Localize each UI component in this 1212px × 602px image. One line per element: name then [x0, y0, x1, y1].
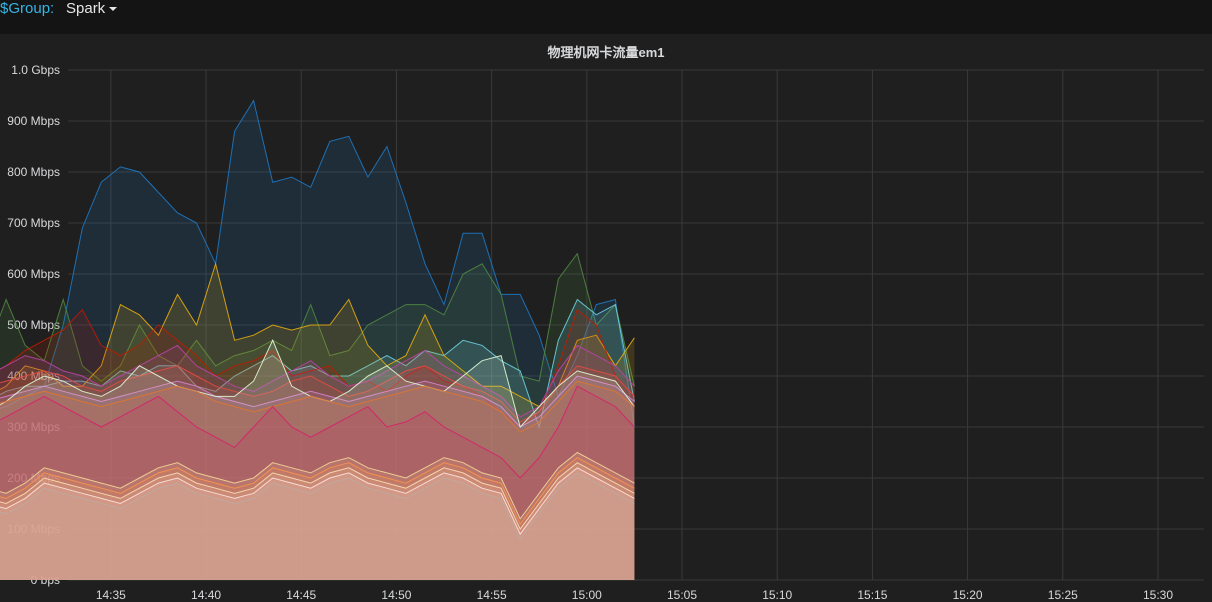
- x-tick-label: 15:20: [953, 588, 983, 602]
- x-tick-label: 15:00: [572, 588, 602, 602]
- x-tick-label: 15:10: [762, 588, 792, 602]
- x-tick-label: 14:35: [96, 588, 126, 602]
- y-tick-label: 700 Mbps: [7, 216, 60, 230]
- x-tick-label: 14:45: [286, 588, 316, 602]
- x-tick-label: 14:55: [477, 588, 507, 602]
- caret-down-icon: [109, 7, 118, 12]
- panel-title[interactable]: 物理机网卡流量em1: [0, 42, 1212, 61]
- graph-panel: 0 bps 100 Mbps 200 Mbps 300 Mbps 400 Mbps 500…: [0, 34, 1212, 602]
- group-variable-value: Spark: [66, 0, 106, 17]
- y-tick-label: 800 Mbps: [7, 165, 60, 179]
- y-tick-label: 1.0 Gbps: [11, 63, 60, 77]
- x-tick-label: 15:25: [1048, 588, 1078, 602]
- traffic-area-chart: 0 bps100 Mbps200 Mbps300 Mbps400 Mbps500…: [0, 63, 1204, 602]
- x-tick-label: 15:05: [667, 588, 697, 602]
- x-tick-label: 15:15: [857, 588, 887, 602]
- x-tick-label: 15:30: [1143, 588, 1173, 602]
- x-tick-label: 14:50: [381, 588, 411, 602]
- variable-bar: $Group: Spark: [0, 0, 1212, 34]
- x-tick-label: 14:40: [191, 588, 221, 602]
- y-tick-label: 600 Mbps: [7, 267, 60, 281]
- group-variable-dropdown[interactable]: Spark: [66, 0, 118, 19]
- group-variable-label: $Group:: [0, 0, 55, 17]
- y-tick-label: 900 Mbps: [7, 114, 60, 128]
